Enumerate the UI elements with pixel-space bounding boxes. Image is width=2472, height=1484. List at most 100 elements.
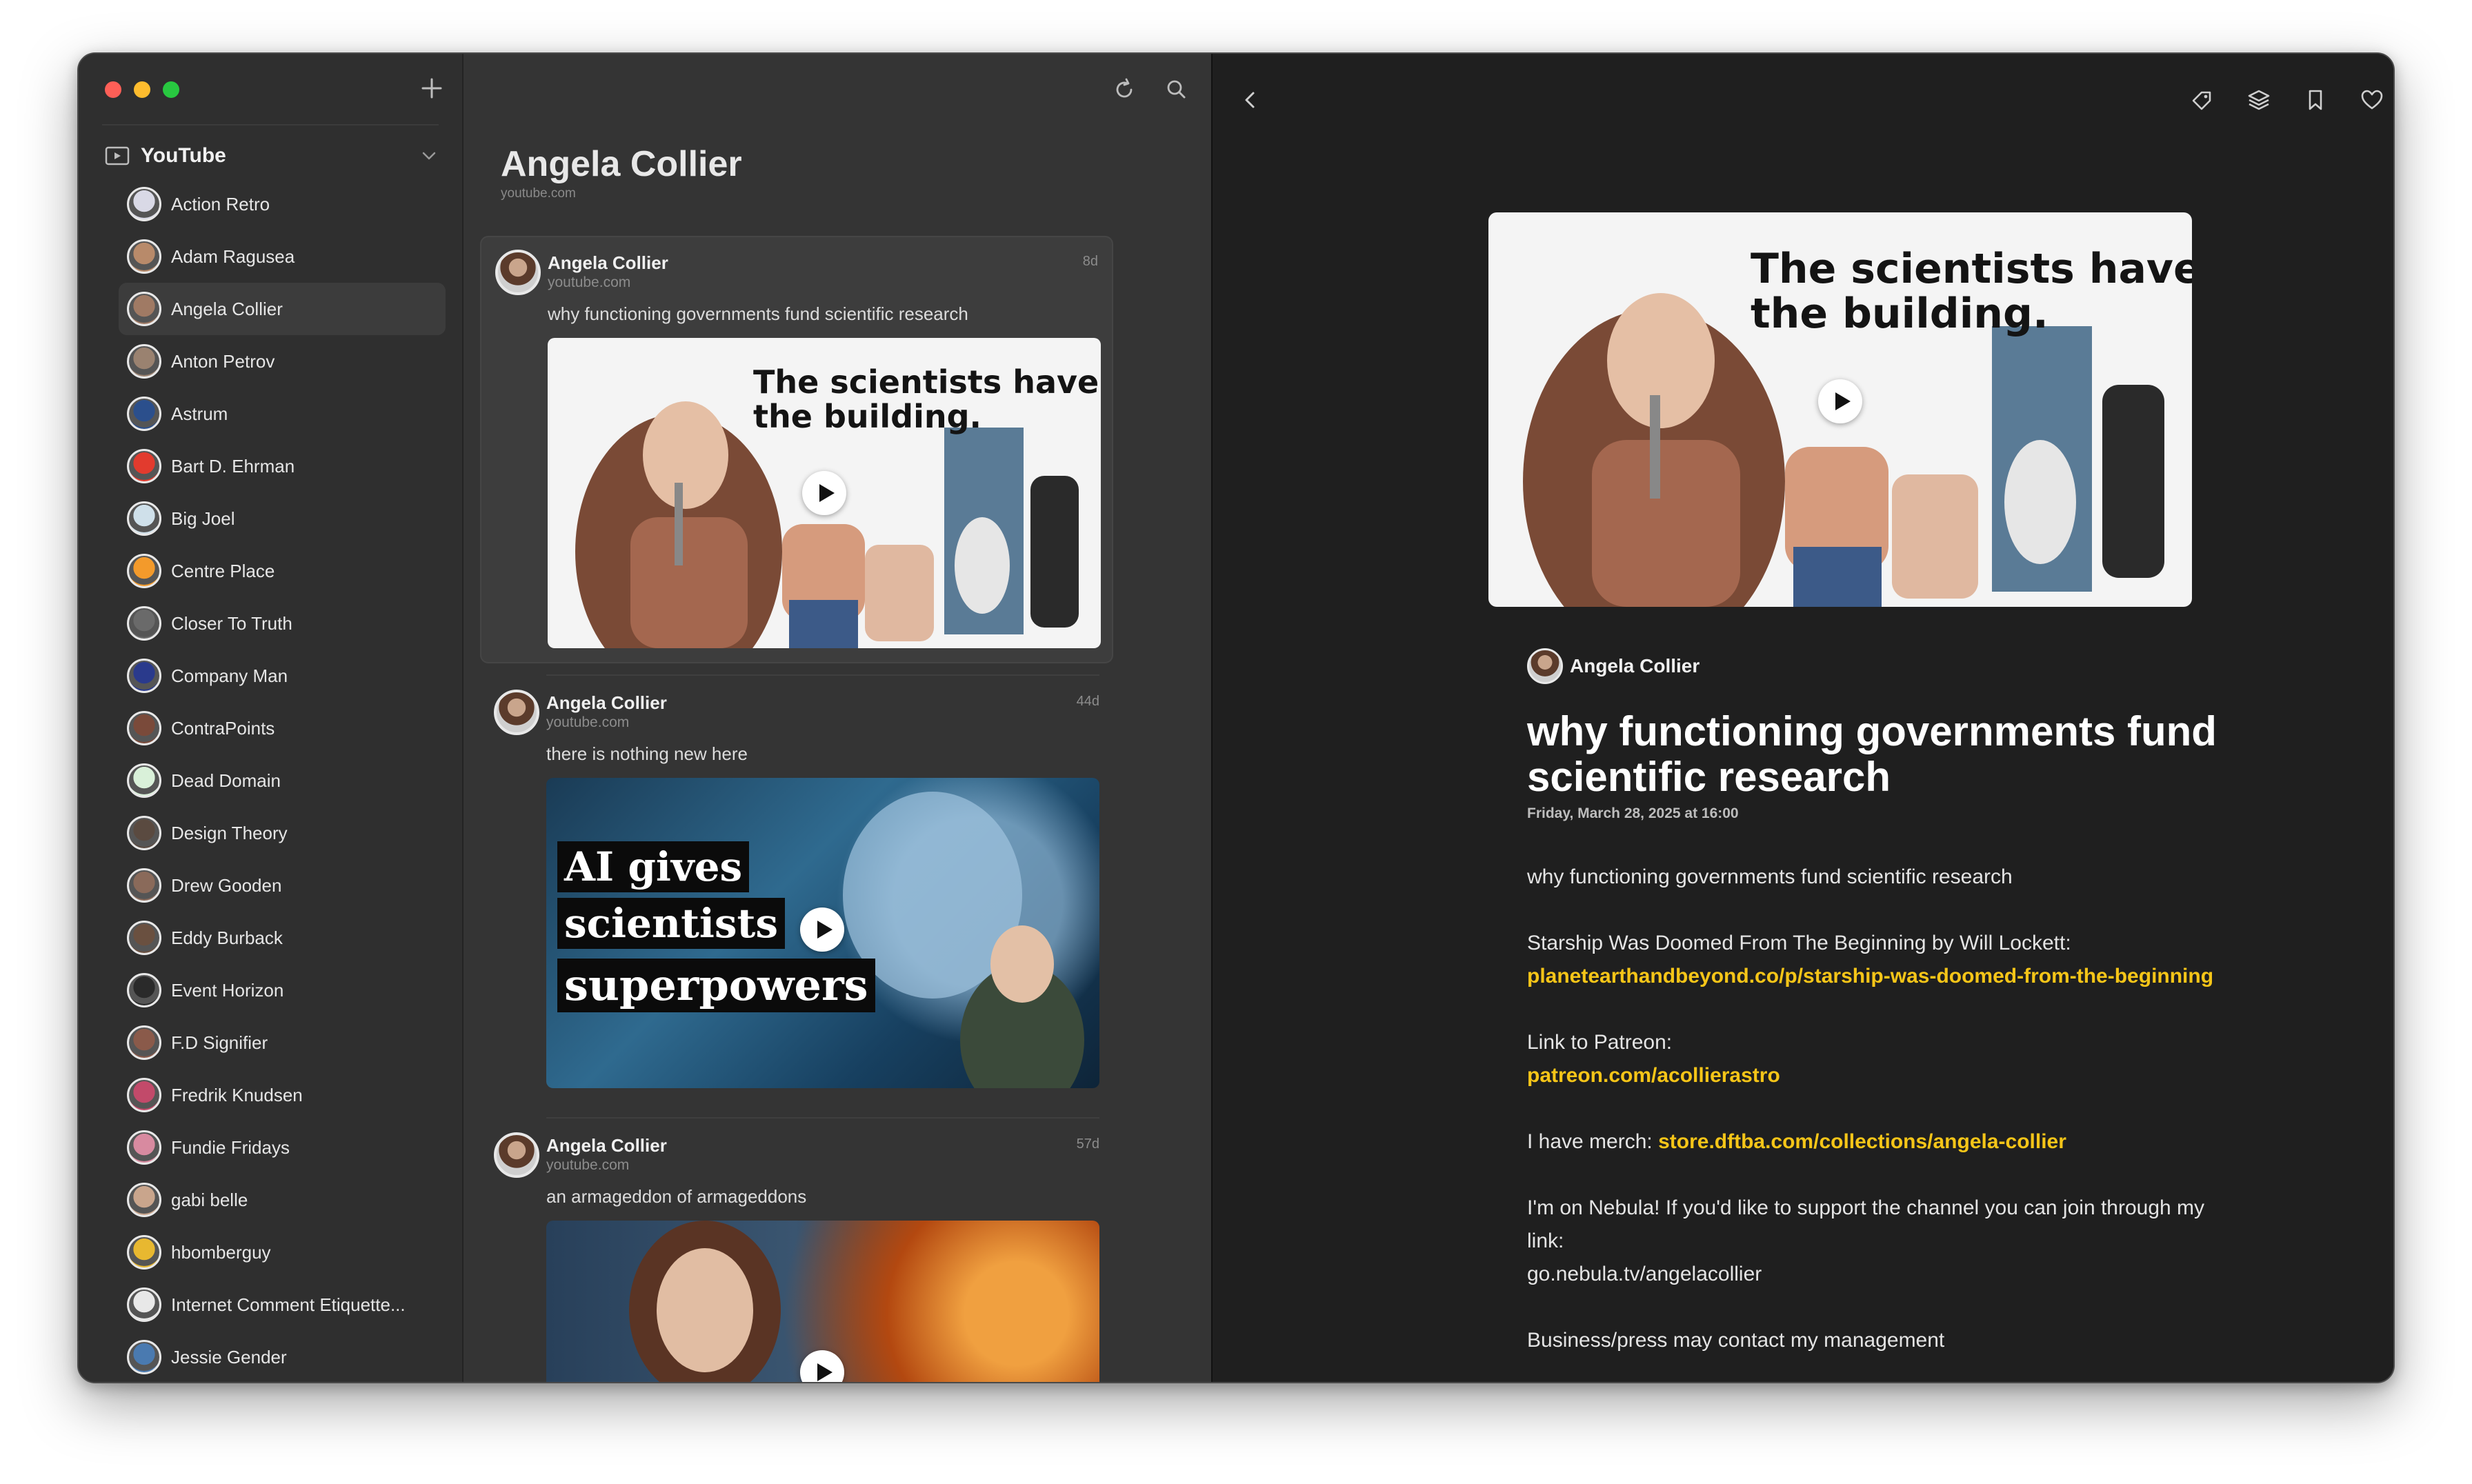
feed-name: Company Man (171, 665, 288, 686)
feed-name: Centre Place (171, 560, 275, 581)
sidebar-feed-item[interactable]: gabi belle (119, 1174, 446, 1226)
avatar (494, 1132, 539, 1178)
sidebar-feed-item[interactable]: Astrum (119, 388, 446, 440)
chevron-down-icon[interactable] (418, 145, 440, 167)
minimize-window-button[interactable] (134, 81, 150, 98)
feed-avatar (127, 501, 161, 536)
sidebar-feed-item[interactable]: Angela Collier (119, 283, 446, 335)
article-domain: youtube.com (546, 714, 630, 730)
thumbnail-caption-line: superpowers (557, 959, 875, 1012)
feed-name: Design Theory (171, 822, 288, 843)
sidebar-feed-item[interactable]: Fundie Fridays (119, 1121, 446, 1174)
refresh-icon[interactable] (1108, 73, 1141, 106)
feed-avatar (127, 973, 161, 1007)
feed-name: Angela Collier (171, 298, 283, 319)
article-card[interactable]: Angela Collier youtube.com 44d there is … (480, 674, 1113, 1105)
sidebar-feed-item[interactable]: Bart D. Ehrman (119, 440, 446, 492)
feed-name: Jessie Gender (171, 1346, 287, 1367)
hero-caption: The scientists have left the building. (1751, 245, 2192, 338)
sidebar-feed-item[interactable]: Action Retro (119, 178, 446, 230)
sidebar-feed-item[interactable]: Company Man (119, 650, 446, 702)
sidebar-feed-item[interactable]: Dead Domain (119, 754, 446, 807)
feed-name: Closer To Truth (171, 612, 292, 634)
sidebar-feed-item[interactable]: Closer To Truth (119, 597, 446, 650)
article-title: why functioning governments fund scienti… (548, 303, 968, 324)
sidebar-feed-item[interactable]: Internet Comment Etiquette... (119, 1279, 446, 1331)
starship-link[interactable]: planetearthandbeyond.co/p/starship-was-d… (1527, 965, 2213, 987)
thumbnail-caption-line: AI gives (557, 841, 750, 892)
article-body: why functioning governments fund scienti… (1527, 861, 2217, 1382)
add-feed-button[interactable] (417, 73, 447, 103)
search-icon[interactable] (1160, 73, 1193, 106)
sidebar-feed-item[interactable]: Drew Gooden (119, 859, 446, 912)
nebula-link[interactable]: go.nebula.tv/angelacollier (1527, 1263, 1762, 1285)
hero-video-thumbnail[interactable]: The scientists have left the building. (1488, 212, 2192, 607)
sidebar-feed-item[interactable]: Anton Petrov (119, 335, 446, 388)
feed-name: Anton Petrov (171, 350, 275, 372)
close-window-button[interactable] (105, 81, 121, 98)
sidebar-feed-item[interactable]: Adam Ragusea (119, 230, 446, 283)
sidebar-feed-item[interactable]: Design Theory (119, 807, 446, 859)
zoom-window-button[interactable] (163, 81, 179, 98)
layers-icon[interactable] (2242, 83, 2276, 117)
article-domain: youtube.com (546, 1157, 630, 1173)
body-text: Link to Patreon: (1527, 1031, 1673, 1054)
feed-name: Bart D. Ehrman (171, 455, 295, 477)
article-thumbnail[interactable]: The scientists have left the building. (548, 338, 1101, 648)
feed-avatar (127, 292, 161, 326)
feed-name: Dead Domain (171, 770, 281, 791)
patreon-link[interactable]: patreon.com/acollierastro (1527, 1064, 1780, 1087)
feed-list: Action Retro Adam Ragusea Angela Collier An… (119, 178, 446, 1382)
article-card[interactable]: Angela Collier youtube.com 57d an armage… (480, 1117, 1113, 1382)
feed-name: Internet Comment Etiquette... (171, 1294, 406, 1315)
merch-link[interactable]: store.dftba.com/collections/angela-colli… (1658, 1130, 2066, 1153)
feed-avatar (127, 1130, 161, 1165)
feed-avatar (127, 1340, 161, 1374)
tag-icon[interactable] (2185, 83, 2220, 117)
feed-name: Fredrik Knudsen (171, 1084, 303, 1105)
sidebar-feed-item[interactable]: Big Joel (119, 492, 446, 545)
feed-avatar (127, 1235, 161, 1270)
feed-avatar (127, 239, 161, 274)
feed-avatar (127, 1025, 161, 1060)
body-text: I'm on Nebula! If you'd like to support … (1527, 1196, 2205, 1252)
sidebar-feed-item[interactable]: Eddy Burback (119, 912, 446, 964)
article-author: Angela Collier (546, 1135, 667, 1156)
play-icon[interactable] (1818, 379, 1862, 423)
feed-name: Astrum (171, 403, 228, 424)
section-youtube[interactable]: YouTube (102, 134, 447, 178)
back-icon[interactable] (1233, 83, 1268, 117)
article-title: an armageddon of armageddons (546, 1186, 807, 1207)
feed-subtitle: youtube.com (501, 186, 576, 201)
sidebar-feed-item[interactable]: F.D Signifier (119, 1016, 446, 1069)
sidebar-feed-item[interactable]: Jessie Gender (119, 1331, 446, 1382)
play-icon[interactable] (802, 471, 846, 515)
sidebar-feed-item[interactable]: Centre Place (119, 545, 446, 597)
feed-title: Angela Collier (501, 144, 742, 184)
reader-pane: The scientists have left the building. A… (1211, 54, 2393, 1382)
feed-name: ContraPoints (171, 717, 275, 739)
thumbnail-caption-line: scientists (557, 898, 785, 949)
article-thumbnail[interactable] (546, 1221, 1099, 1382)
article-thumbnail[interactable]: AI gives scientists superpowers (546, 778, 1099, 1088)
feed-name: Adam Ragusea (171, 245, 295, 267)
feed-name: Event Horizon (171, 979, 284, 1001)
feed-name: Eddy Burback (171, 927, 283, 948)
article-heading: why functioning governments fund scienti… (1527, 708, 2217, 800)
heart-icon[interactable] (2355, 83, 2389, 117)
feed-name: gabi belle (171, 1189, 248, 1210)
sidebar-feed-item[interactable]: ContraPoints (119, 702, 446, 754)
play-icon[interactable] (800, 908, 844, 952)
sidebar-feed-item[interactable]: Event Horizon (119, 964, 446, 1016)
sidebar-divider (102, 124, 439, 126)
bookmark-icon[interactable] (2298, 83, 2333, 117)
avatar (1527, 648, 1563, 684)
article-date: Friday, March 28, 2025 at 16:00 (1527, 805, 1739, 821)
feed-avatar (127, 397, 161, 431)
sidebar-feed-item[interactable]: Fredrik Knudsen (119, 1069, 446, 1121)
sidebar-feed-item[interactable]: hbomberguy (119, 1226, 446, 1279)
feed-avatar (127, 1183, 161, 1217)
article-author: Angela Collier (546, 692, 667, 713)
article-byline: Angela Collier (1527, 648, 1700, 684)
article-card[interactable]: Angela Collier youtube.com 8d why functi… (480, 236, 1113, 663)
